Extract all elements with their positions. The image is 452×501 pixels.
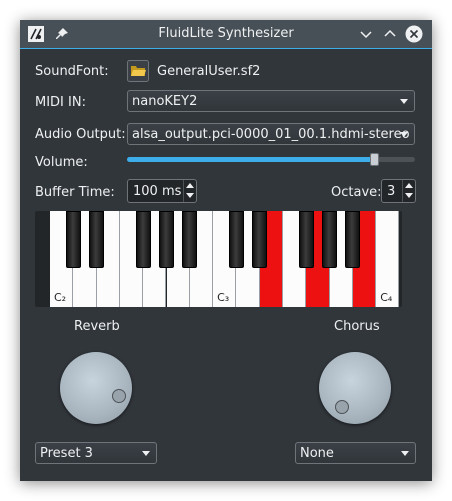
black-key[interactable] xyxy=(322,211,338,268)
knob-indicator xyxy=(335,400,349,414)
chevron-down-icon xyxy=(400,132,408,137)
piano-keyboard[interactable]: C₂ C₃ C₄ xyxy=(35,211,402,307)
audio-output-select[interactable]: alsa_output.pci-0000_01_00.1.hdmi-stereo xyxy=(127,123,415,145)
reverb-preset-select[interactable]: Preset 3 xyxy=(35,442,157,464)
chorus-preset-value: None xyxy=(300,446,334,461)
soundfont-label: SoundFont: xyxy=(35,64,109,79)
maximize-button[interactable] xyxy=(381,25,399,43)
chorus-preset-select[interactable]: None xyxy=(295,442,416,464)
volume-fill xyxy=(127,157,375,162)
buffer-time-label: Buffer Time: xyxy=(35,185,115,200)
key-label: C₂ xyxy=(54,291,67,304)
octave-stepper[interactable] xyxy=(402,180,415,202)
reverb-preset-value: Preset 3 xyxy=(40,446,93,461)
octave-spinbox[interactable]: 3 xyxy=(381,179,416,203)
buffer-time-spinbox[interactable]: 100 ms xyxy=(127,179,197,203)
chevron-down-icon xyxy=(142,451,150,456)
key-label: C₃ xyxy=(217,291,230,304)
chevron-down-icon xyxy=(400,99,408,104)
audio-output-label: Audio Output: xyxy=(35,127,126,142)
reverb-knob[interactable] xyxy=(60,352,132,424)
black-key[interactable] xyxy=(345,211,361,268)
black-key[interactable] xyxy=(89,211,105,268)
black-key[interactable] xyxy=(159,211,174,268)
key-label: C₄ xyxy=(380,291,393,304)
octave-label: Octave: xyxy=(331,185,382,200)
volume-slider[interactable] xyxy=(127,153,415,166)
black-key[interactable] xyxy=(135,211,151,268)
audio-output-value: alsa_output.pci-0000_01_00.1.hdmi-stereo xyxy=(132,127,410,142)
chevron-up-icon[interactable] xyxy=(405,183,413,188)
black-key[interactable] xyxy=(228,211,244,268)
white-key[interactable]: C₄ xyxy=(376,211,400,307)
black-key[interactable] xyxy=(298,211,314,268)
black-key[interactable] xyxy=(252,211,268,268)
chorus-label: Chorus xyxy=(334,319,380,334)
knob-indicator xyxy=(112,389,126,403)
synth-window: FluidLite Synthesizer SoundFont: General… xyxy=(20,20,432,481)
folder-open-button[interactable] xyxy=(127,60,149,82)
soundfont-file: GeneralUser.sf2 xyxy=(157,64,261,79)
midi-in-select[interactable]: nanoKEY2 xyxy=(127,90,415,112)
chorus-knob[interactable] xyxy=(319,352,391,424)
black-key[interactable] xyxy=(182,211,198,268)
buffer-time-value: 100 ms xyxy=(133,184,182,199)
buffer-time-stepper[interactable] xyxy=(183,180,196,202)
title-bar: FluidLite Synthesizer xyxy=(20,20,432,49)
octave-value: 3 xyxy=(387,184,396,199)
minimize-button[interactable] xyxy=(357,25,375,43)
volume-label: Volume: xyxy=(35,155,88,170)
midi-in-label: MIDI IN: xyxy=(35,95,86,110)
volume-handle[interactable] xyxy=(370,153,379,166)
chevron-down-icon[interactable] xyxy=(405,193,413,198)
black-key[interactable] xyxy=(65,211,81,268)
reverb-label: Reverb xyxy=(74,319,120,334)
midi-in-value: nanoKEY2 xyxy=(132,94,198,109)
chevron-down-icon xyxy=(401,451,409,456)
chevron-up-icon[interactable] xyxy=(186,183,194,188)
chevron-down-icon[interactable] xyxy=(186,193,194,198)
close-button[interactable] xyxy=(405,25,423,43)
